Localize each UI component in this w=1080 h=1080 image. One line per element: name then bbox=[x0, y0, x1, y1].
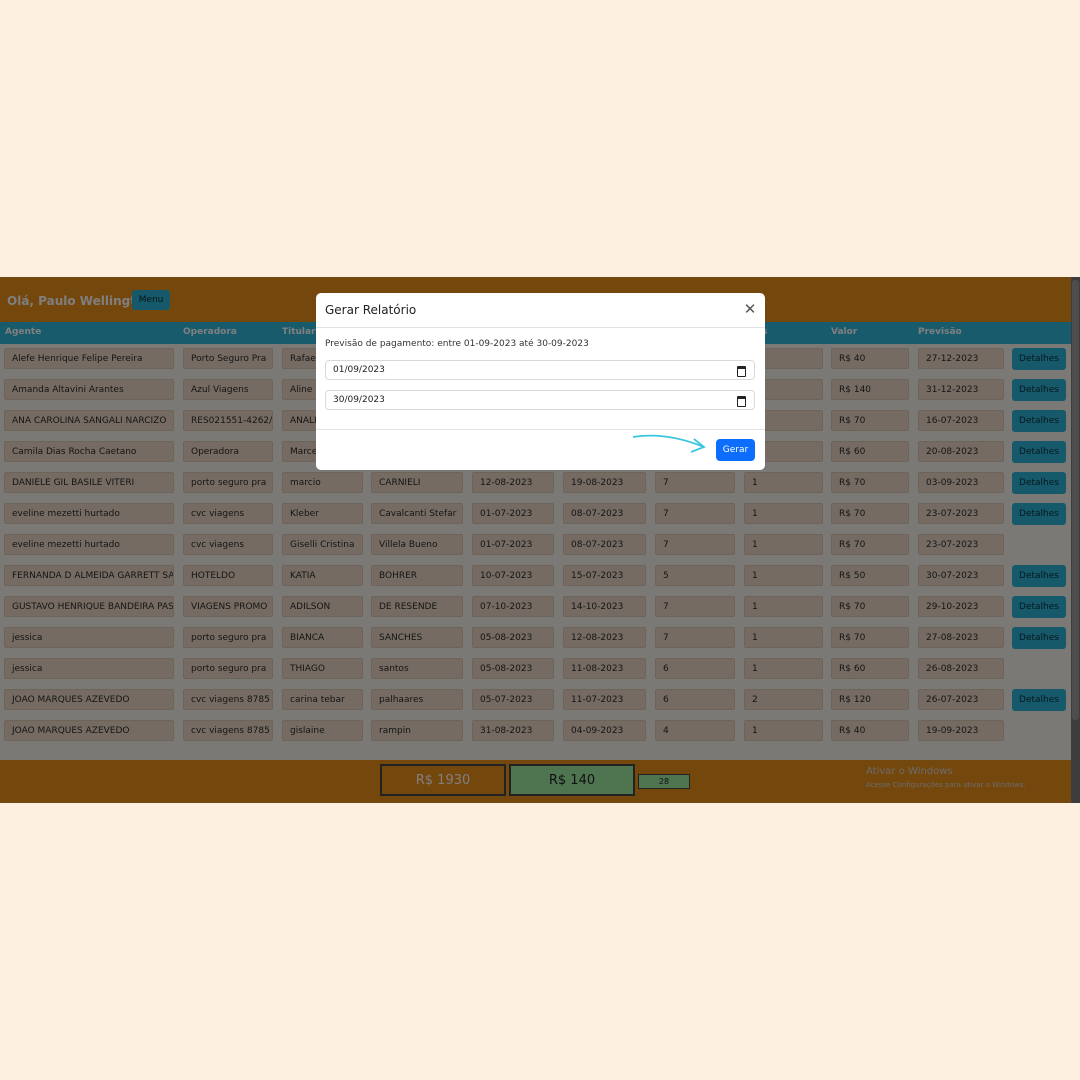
calendar-icon[interactable] bbox=[737, 396, 746, 407]
arrow-annotation bbox=[632, 434, 706, 453]
payment-forecast-label: Previsão de pagamento: entre 01-09-2023 … bbox=[325, 339, 589, 349]
start-date-input[interactable]: 01/09/2023 bbox=[325, 360, 755, 380]
close-icon[interactable]: ✕ bbox=[742, 300, 758, 318]
start-date-value: 01/09/2023 bbox=[333, 365, 385, 375]
generate-button[interactable]: Gerar bbox=[716, 439, 755, 461]
modal-title: Gerar Relatório bbox=[325, 303, 417, 317]
modal-header: Gerar Relatório ✕ bbox=[316, 293, 765, 328]
end-date-value: 30/09/2023 bbox=[333, 395, 385, 405]
calendar-icon[interactable] bbox=[737, 366, 746, 377]
end-date-input[interactable]: 30/09/2023 bbox=[325, 390, 755, 410]
